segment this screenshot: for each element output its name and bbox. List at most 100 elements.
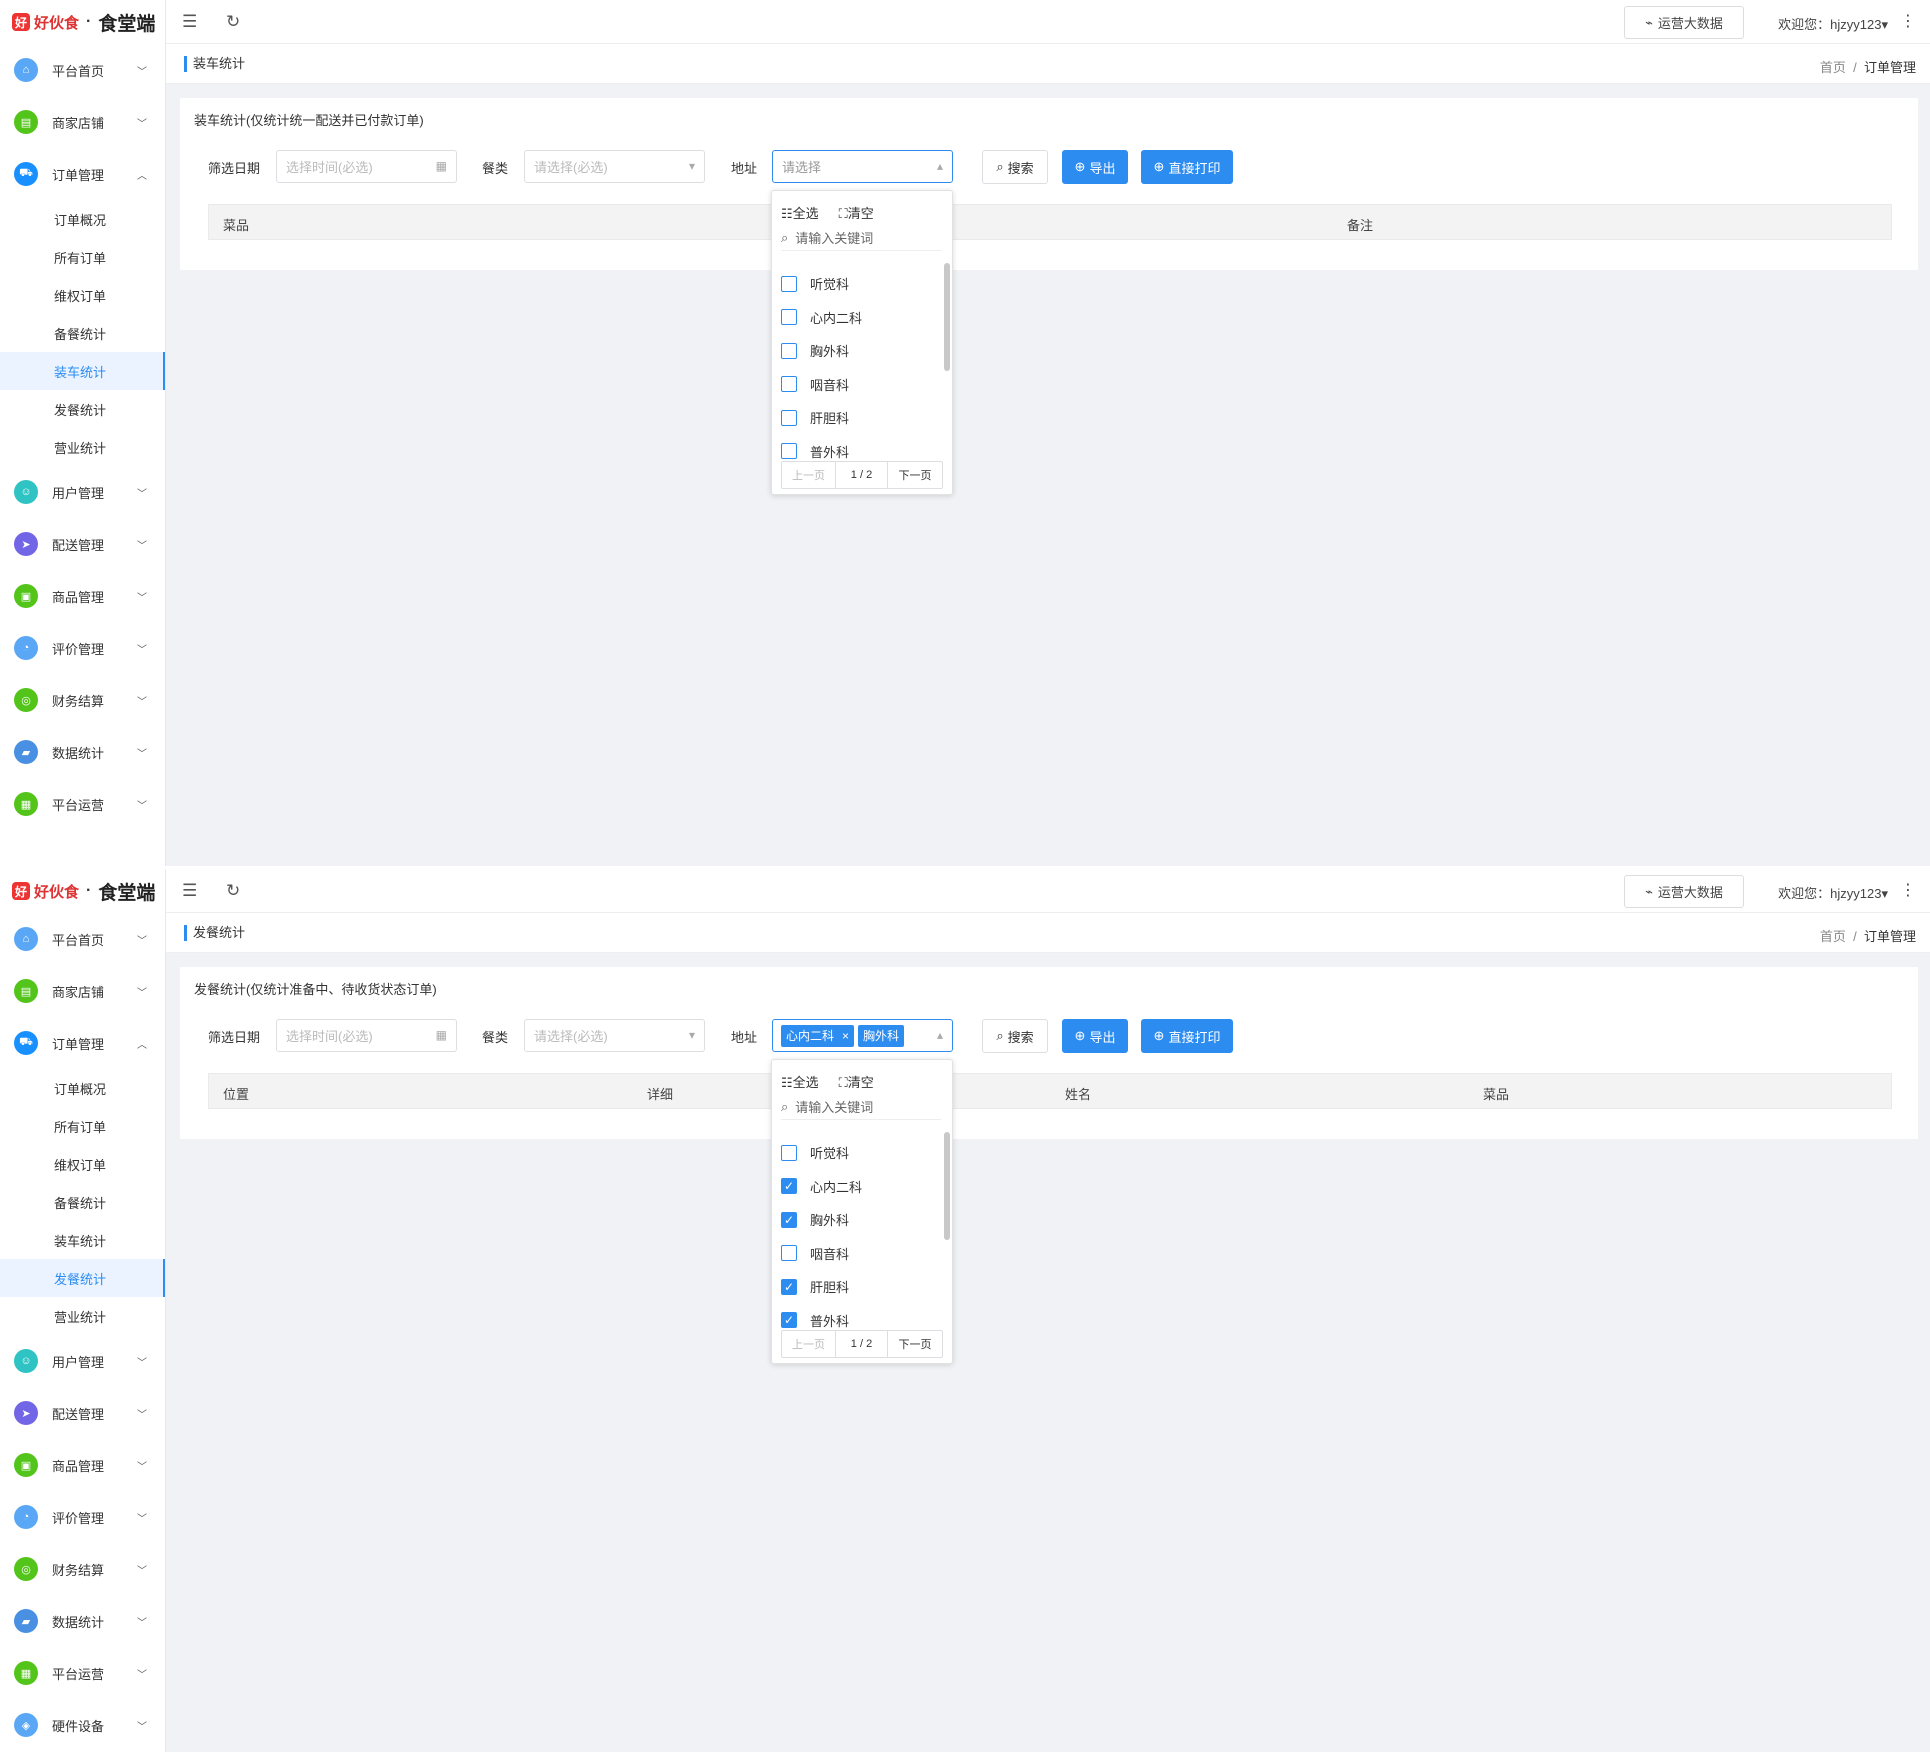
checkbox[interactable]: ✓ bbox=[781, 1278, 797, 1295]
search-button[interactable]: ⌕ 搜索 bbox=[982, 150, 1048, 184]
clear-button[interactable]: ⛶清空 bbox=[839, 1072, 874, 1091]
breadcrumb-home[interactable]: 首页 bbox=[1820, 60, 1846, 75]
checkbox[interactable]: ✓ bbox=[781, 1211, 797, 1228]
option-item[interactable]: ✓ 胸外科 bbox=[781, 1203, 941, 1237]
sidebar-subitem[interactable]: 订单概况 bbox=[0, 1069, 165, 1107]
next-page-button[interactable]: 下一页 bbox=[888, 1331, 942, 1357]
sidebar-item[interactable]: ◔ 评价管理 ﹀ bbox=[0, 1491, 165, 1543]
close-icon[interactable]: × bbox=[842, 1029, 849, 1043]
search-button[interactable]: ⌕ 搜索 bbox=[982, 1019, 1048, 1053]
sidebar-item[interactable]: ▤ 商家店铺 ﹀ bbox=[0, 96, 165, 148]
scrollbar[interactable] bbox=[944, 263, 950, 371]
select-all-button[interactable]: ☷全选 bbox=[781, 203, 819, 222]
sidebar-item[interactable]: ➤ 配送管理 ﹀ bbox=[0, 1387, 165, 1439]
breadcrumb-home[interactable]: 首页 bbox=[1820, 929, 1846, 944]
sidebar-item[interactable]: ◎ 财务结算 ﹀ bbox=[0, 674, 165, 726]
option-item[interactable]: ✓ 心内二科 bbox=[781, 1170, 941, 1204]
more-icon[interactable]: ⋮ bbox=[1900, 11, 1916, 31]
scrollbar[interactable] bbox=[944, 1132, 950, 1240]
option-item[interactable]: 心内二科 bbox=[781, 301, 941, 335]
brand-separator: · bbox=[86, 882, 92, 899]
sidebar-item[interactable]: ➤ 配送管理 ﹀ bbox=[0, 518, 165, 570]
option-item[interactable]: ✓ 普外科 bbox=[781, 1304, 941, 1333]
checkbox[interactable]: ✓ bbox=[781, 1178, 797, 1195]
checkbox[interactable] bbox=[781, 1245, 797, 1262]
checkbox[interactable] bbox=[781, 309, 797, 326]
sidebar-item[interactable]: ▤ 商家店铺 ﹀ bbox=[0, 965, 165, 1017]
dropdown-search[interactable]: ⌕ 请输入关键词 bbox=[781, 229, 941, 251]
sidebar-item[interactable]: ◎ 财务结算 ﹀ bbox=[0, 1543, 165, 1595]
sidebar-subitem[interactable]: 维权订单 bbox=[0, 1145, 165, 1183]
sidebar-subitem[interactable]: 装车统计 bbox=[0, 352, 165, 390]
sidebar-subitem[interactable]: 维权订单 bbox=[0, 276, 165, 314]
sidebar-item[interactable]: ▰ 数据统计 ﹀ bbox=[0, 726, 165, 778]
welcome-user[interactable]: 欢迎您：hjzyy123▾ bbox=[1778, 14, 1888, 33]
meal-select[interactable]: 请选择(必选) ▾ bbox=[524, 1019, 705, 1052]
sidebar-subitem[interactable]: 装车统计 bbox=[0, 1221, 165, 1259]
option-item[interactable]: 肝胆科 bbox=[781, 401, 941, 435]
menu-toggle-icon[interactable]: ☰ bbox=[182, 12, 197, 32]
prev-page-button[interactable]: 上一页 bbox=[782, 462, 836, 488]
address-select[interactable]: 请选择 ▴ bbox=[772, 150, 953, 183]
next-page-button[interactable]: 下一页 bbox=[888, 462, 942, 488]
checkbox[interactable] bbox=[781, 342, 797, 359]
sidebar-subitem[interactable]: 营业统计 bbox=[0, 1297, 165, 1335]
sidebar-item[interactable]: ▣ 商品管理 ﹀ bbox=[0, 570, 165, 622]
option-item[interactable]: ✓ 肝胆科 bbox=[781, 1270, 941, 1304]
sidebar-subitem[interactable]: 所有订单 bbox=[0, 1107, 165, 1145]
sidebar-item[interactable]: ▰ 数据统计 ﹀ bbox=[0, 1595, 165, 1647]
option-item[interactable]: 听觉科 bbox=[781, 267, 941, 301]
address-select[interactable]: 心内二科 × 胸外科 ▴ bbox=[772, 1019, 953, 1052]
sidebar-item[interactable]: ☺ 用户管理 ﹀ bbox=[0, 466, 165, 518]
sidebar-subitem[interactable]: 订单概况 bbox=[0, 200, 165, 238]
dropdown-search[interactable]: ⌕ 请输入关键词 bbox=[781, 1098, 941, 1120]
refresh-icon[interactable]: ↻ bbox=[226, 12, 240, 32]
checkbox[interactable] bbox=[781, 376, 797, 393]
checkbox[interactable] bbox=[781, 1144, 797, 1161]
checkbox[interactable] bbox=[781, 443, 797, 460]
select-all-button[interactable]: ☷全选 bbox=[781, 1072, 819, 1091]
select-all-label: 全选 bbox=[792, 1075, 819, 1090]
option-item[interactable]: 普外科 bbox=[781, 435, 941, 464]
sidebar-subitem[interactable]: 所有订单 bbox=[0, 238, 165, 276]
option-item[interactable]: 听觉科 bbox=[781, 1136, 941, 1170]
checkbox[interactable]: ✓ bbox=[781, 1312, 797, 1329]
sidebar-item[interactable]: ☺ 用户管理 ﹀ bbox=[0, 1335, 165, 1387]
sidebar-subitem[interactable]: 营业统计 bbox=[0, 428, 165, 466]
sidebar-subitem[interactable]: 备餐统计 bbox=[0, 1183, 165, 1221]
sidebar-item[interactable]: ◔ 评价管理 ﹀ bbox=[0, 622, 165, 674]
sidebar-subitem[interactable]: 发餐统计 bbox=[0, 1259, 165, 1297]
print-button[interactable]: ⊕ 直接打印 bbox=[1141, 1019, 1233, 1053]
bigdata-button[interactable]: ⌁ 运营大数据 bbox=[1624, 6, 1744, 39]
sidebar-item[interactable]: ▦ 平台运营 ﹀ bbox=[0, 1647, 165, 1699]
clear-button[interactable]: ⛶清空 bbox=[839, 203, 874, 222]
address-tag[interactable]: 胸外科 bbox=[858, 1024, 905, 1047]
sidebar-item[interactable]: ⛟ 订单管理 ︿ bbox=[0, 1017, 165, 1069]
export-button[interactable]: ⊕ 导出 bbox=[1062, 150, 1128, 184]
export-button[interactable]: ⊕ 导出 bbox=[1062, 1019, 1128, 1053]
checkbox[interactable] bbox=[781, 409, 797, 426]
bigdata-button[interactable]: ⌁ 运营大数据 bbox=[1624, 875, 1744, 908]
option-item[interactable]: 咽音科 bbox=[781, 1237, 941, 1271]
print-button[interactable]: ⊕ 直接打印 bbox=[1141, 150, 1233, 184]
address-tag[interactable]: 心内二科 × bbox=[781, 1024, 855, 1047]
date-picker[interactable]: 选择时间(必选) ▦ bbox=[276, 1019, 457, 1052]
sidebar-subitem[interactable]: 备餐统计 bbox=[0, 314, 165, 352]
sidebar-subitem[interactable]: 发餐统计 bbox=[0, 390, 165, 428]
sidebar-item[interactable]: ⌂ 平台首页 ﹀ bbox=[0, 44, 165, 96]
sidebar-item[interactable]: ▣ 商品管理 ﹀ bbox=[0, 1439, 165, 1491]
sidebar-item[interactable]: ⛟ 订单管理 ︿ bbox=[0, 148, 165, 200]
sidebar-item[interactable]: ◈ 硬件设备 ﹀ bbox=[0, 1699, 165, 1751]
more-icon[interactable]: ⋮ bbox=[1900, 880, 1916, 900]
meal-select[interactable]: 请选择(必选) ▾ bbox=[524, 150, 705, 183]
sidebar-item[interactable]: ⌂ 平台首页 ﹀ bbox=[0, 913, 165, 965]
sidebar-item[interactable]: ▦ 平台运营 ﹀ bbox=[0, 778, 165, 830]
prev-page-button[interactable]: 上一页 bbox=[782, 1331, 836, 1357]
option-item[interactable]: 咽音科 bbox=[781, 368, 941, 402]
checkbox[interactable] bbox=[781, 275, 797, 292]
welcome-user[interactable]: 欢迎您：hjzyy123▾ bbox=[1778, 883, 1888, 902]
refresh-icon[interactable]: ↻ bbox=[226, 881, 240, 901]
menu-toggle-icon[interactable]: ☰ bbox=[182, 881, 197, 901]
option-item[interactable]: 胸外科 bbox=[781, 334, 941, 368]
date-picker[interactable]: 选择时间(必选) ▦ bbox=[276, 150, 457, 183]
